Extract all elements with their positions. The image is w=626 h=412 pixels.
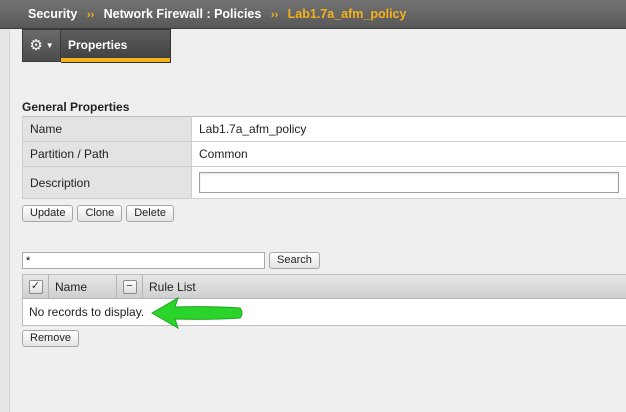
update-button[interactable]: Update <box>22 205 74 222</box>
annotation-arrow-icon <box>150 296 243 330</box>
minus-icon: − <box>126 280 133 292</box>
description-input[interactable] <box>199 172 619 193</box>
collapse-all-toggle[interactable]: − <box>122 279 137 294</box>
chevron-down-icon: ▼ <box>45 40 54 50</box>
breadcrumb-separator: ›› <box>86 9 95 21</box>
breadcrumb: Security ›› Network Firewall : Policies … <box>0 0 626 29</box>
checkmark-icon: ✓ <box>30 280 41 292</box>
collapse-cell: − <box>117 274 143 299</box>
column-header-name[interactable]: Name <box>49 274 117 299</box>
section-title: General Properties <box>22 100 130 114</box>
tab-bar: ⚙ ▼ Properties <box>22 29 171 63</box>
search-button[interactable]: Search <box>269 252 320 269</box>
property-row-description: Description <box>22 166 626 199</box>
remove-button[interactable]: Remove <box>22 330 79 347</box>
rules-table: ✓ Name − Rule List No records to display… <box>22 274 626 326</box>
clone-button[interactable]: Clone <box>77 205 123 222</box>
property-label: Description <box>22 166 192 199</box>
breadcrumb-current: Lab1.7a_afm_policy <box>287 7 407 21</box>
left-gutter <box>0 28 10 412</box>
gear-icon: ⚙ <box>29 37 43 54</box>
empty-message: No records to display. <box>29 305 145 319</box>
property-value-cell <box>191 166 626 199</box>
property-row-name: Name Lab1.7a_afm_policy <box>22 116 626 142</box>
rules-table-header: ✓ Name − Rule List <box>23 274 626 299</box>
tab-properties[interactable]: Properties <box>61 29 171 63</box>
general-properties-table: Name Lab1.7a_afm_policy Partition / Path… <box>22 116 626 199</box>
property-label: Partition / Path <box>22 141 192 167</box>
search-input[interactable] <box>22 252 265 269</box>
property-value: Lab1.7a_afm_policy <box>191 116 626 142</box>
breadcrumb-policies[interactable]: Network Firewall : Policies <box>104 7 262 21</box>
action-buttons: Update Clone Delete <box>22 205 175 222</box>
select-all-checkbox[interactable]: ✓ <box>28 279 43 294</box>
property-value: Common <box>191 141 626 167</box>
property-label: Name <box>22 116 192 142</box>
delete-button[interactable]: Delete <box>126 205 175 222</box>
property-row-partition: Partition / Path Common <box>22 141 626 167</box>
gear-menu-button[interactable]: ⚙ ▼ <box>22 29 61 62</box>
select-all-cell: ✓ <box>23 274 49 299</box>
breadcrumb-security[interactable]: Security <box>28 7 77 21</box>
breadcrumb-separator: ›› <box>270 9 279 21</box>
